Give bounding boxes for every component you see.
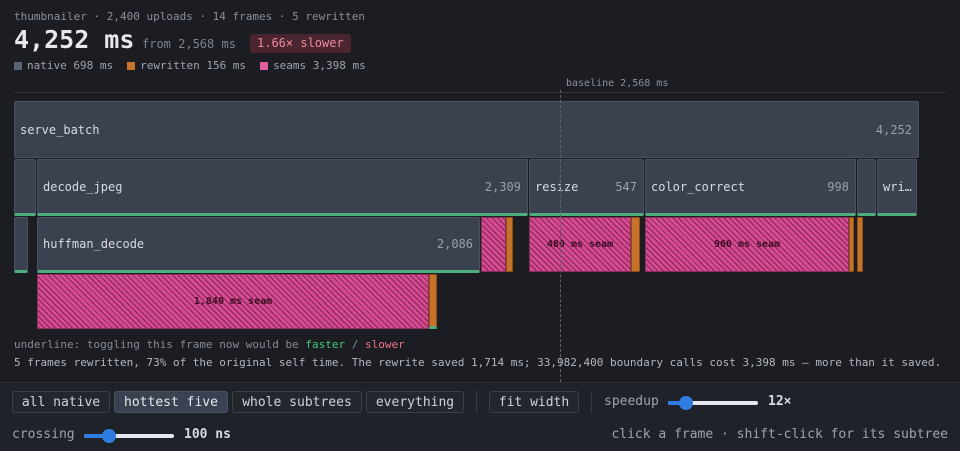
frame-small-mid[interactable] bbox=[857, 159, 876, 216]
frame-value: 547 bbox=[615, 179, 637, 194]
seams-swatch bbox=[260, 61, 269, 70]
preset-hottest-five-button[interactable]: hottest five bbox=[114, 391, 228, 413]
native-swatch bbox=[14, 61, 22, 70]
rewritten-small-mid[interactable] bbox=[857, 217, 863, 272]
slowdown-badge: 1.66× slower bbox=[250, 34, 351, 53]
frame-value: 998 bbox=[827, 179, 849, 194]
crossing-value: 100 ns bbox=[184, 427, 231, 442]
baseline-from: from 2,568 ms bbox=[142, 37, 236, 51]
frame-name: wri… bbox=[883, 179, 912, 194]
frame-name: huffman_decode bbox=[43, 237, 145, 251]
toolbar: all native hottest five whole subtrees e… bbox=[0, 382, 960, 451]
frame-small-left[interactable] bbox=[14, 159, 36, 216]
baseline-marker bbox=[560, 90, 561, 382]
total-time: 4,252 ms bbox=[14, 25, 135, 54]
rewritten-resize[interactable] bbox=[631, 217, 640, 272]
legend-rewritten-label: rewritten 156 ms bbox=[140, 59, 247, 72]
profile-subtitle: thumbnailer · 2,400 uploads · 14 frames … bbox=[14, 10, 365, 23]
baseline-label: baseline 2,568 ms bbox=[566, 78, 669, 89]
frame-write[interactable]: wri… bbox=[877, 159, 917, 216]
legend-native-label: native 698 ms bbox=[27, 59, 114, 72]
crossing-slider-knob[interactable] bbox=[102, 429, 117, 443]
underline-note-text: underline: toggling this frame now would… bbox=[14, 338, 306, 351]
rewritten-swatch bbox=[127, 61, 136, 70]
speedup-slider-knob[interactable] bbox=[679, 396, 693, 410]
legend-seams-label: seams 3,398 ms bbox=[273, 59, 366, 72]
frame-value: 2,086 bbox=[436, 237, 473, 251]
interaction-hint: click a frame · shift-click for its subt… bbox=[611, 427, 948, 442]
crossing-label: crossing bbox=[12, 427, 75, 442]
crossing-slider[interactable] bbox=[84, 429, 174, 443]
legend-native: native 698 ms bbox=[14, 59, 113, 72]
legend-seams: seams 3,398 ms bbox=[260, 59, 366, 72]
frame-decode-jpeg[interactable]: decode_jpeg 2,309 bbox=[37, 159, 528, 216]
frame-huffman-decode[interactable]: huffman_decode 2,086 bbox=[37, 217, 480, 273]
frame-color-correct[interactable]: color_correct 998 bbox=[645, 159, 856, 216]
seam-resize-label: 480 ms seam bbox=[546, 239, 614, 250]
fit-width-button[interactable]: fit width bbox=[489, 391, 579, 413]
speedup-value: 12× bbox=[768, 394, 792, 409]
frame-value: 4,252 bbox=[875, 122, 912, 137]
rewritten-decode-jpeg[interactable] bbox=[506, 217, 513, 272]
rewritten-huffman[interactable] bbox=[429, 274, 437, 329]
frame-serve-batch[interactable]: serve_batch 4,252 bbox=[14, 101, 919, 158]
frame-name: color_correct bbox=[651, 179, 745, 194]
frame-value: 2,309 bbox=[484, 179, 521, 194]
seam-color-correct[interactable]: 960 ms seam bbox=[645, 217, 849, 272]
seam-decode-jpeg[interactable] bbox=[481, 217, 506, 272]
divider bbox=[14, 92, 946, 93]
seam-huffman-label: 1,840 ms seam bbox=[193, 296, 273, 307]
seam-huffman[interactable]: 1,840 ms seam bbox=[37, 274, 429, 329]
frame-name: resize bbox=[535, 179, 579, 194]
summary-note: 5 frames rewritten, 73% of the original … bbox=[14, 356, 942, 369]
underline-note: underline: toggling this frame now would… bbox=[14, 338, 405, 351]
slower-label: slower bbox=[365, 338, 405, 351]
rewritten-color-correct[interactable] bbox=[849, 217, 854, 272]
slash: / bbox=[345, 338, 366, 351]
frame-small-left-child[interactable] bbox=[14, 217, 28, 273]
legend: native 698 ms rewritten 156 ms seams 3,3… bbox=[14, 59, 366, 72]
legend-rewritten: rewritten 156 ms bbox=[127, 59, 246, 72]
speedup-slider[interactable] bbox=[668, 396, 758, 410]
frame-name: decode_jpeg bbox=[43, 179, 123, 194]
seam-color-correct-label: 960 ms seam bbox=[713, 239, 781, 250]
speedup-label: speedup bbox=[604, 394, 659, 409]
preset-everything-button[interactable]: everything bbox=[366, 391, 464, 413]
preset-all-native-button[interactable]: all native bbox=[12, 391, 110, 413]
toolbar-separator bbox=[476, 391, 477, 413]
frame-name: serve_batch bbox=[20, 122, 100, 137]
seam-resize[interactable]: 480 ms seam bbox=[529, 217, 631, 272]
faster-label: faster bbox=[305, 338, 346, 351]
toolbar-separator bbox=[591, 391, 592, 413]
frame-resize[interactable]: resize 547 bbox=[529, 159, 644, 216]
preset-whole-subtrees-button[interactable]: whole subtrees bbox=[232, 391, 362, 413]
